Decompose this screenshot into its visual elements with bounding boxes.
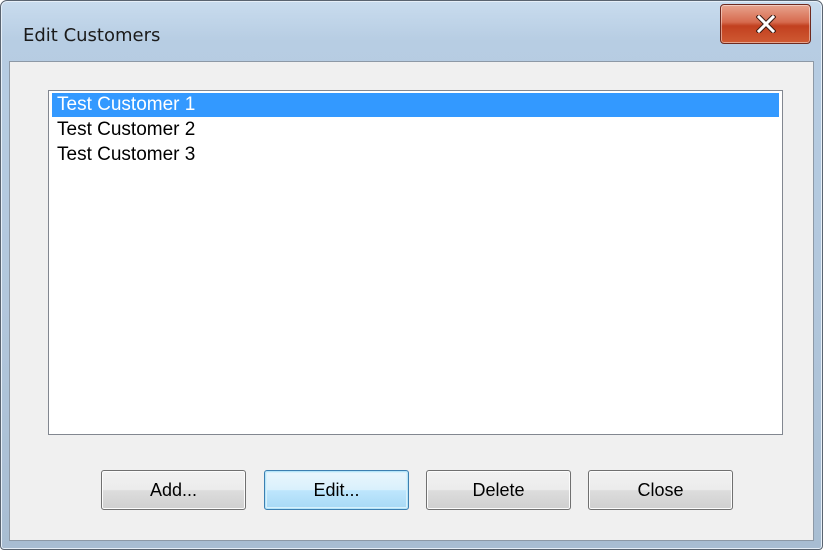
close-button[interactable]: Close <box>588 470 733 510</box>
customer-list-item[interactable]: Test Customer 3 <box>52 143 779 167</box>
dialog-client-area: Test Customer 1 Test Customer 2 Test Cus… <box>9 61 814 541</box>
window-close-button[interactable] <box>720 4 811 44</box>
customer-list-item[interactable]: Test Customer 1 <box>52 93 779 117</box>
window-title: Edit Customers <box>23 25 161 46</box>
customer-list-item[interactable]: Test Customer 2 <box>52 118 779 142</box>
edit-button[interactable]: Edit... <box>264 470 409 510</box>
customer-list[interactable]: Test Customer 1 Test Customer 2 Test Cus… <box>48 90 783 435</box>
close-icon <box>755 15 776 33</box>
delete-button[interactable]: Delete <box>426 470 571 510</box>
edit-customers-dialog: Edit Customers Test Customer 1 Test Cust… <box>0 0 823 550</box>
add-button[interactable]: Add... <box>101 470 246 510</box>
